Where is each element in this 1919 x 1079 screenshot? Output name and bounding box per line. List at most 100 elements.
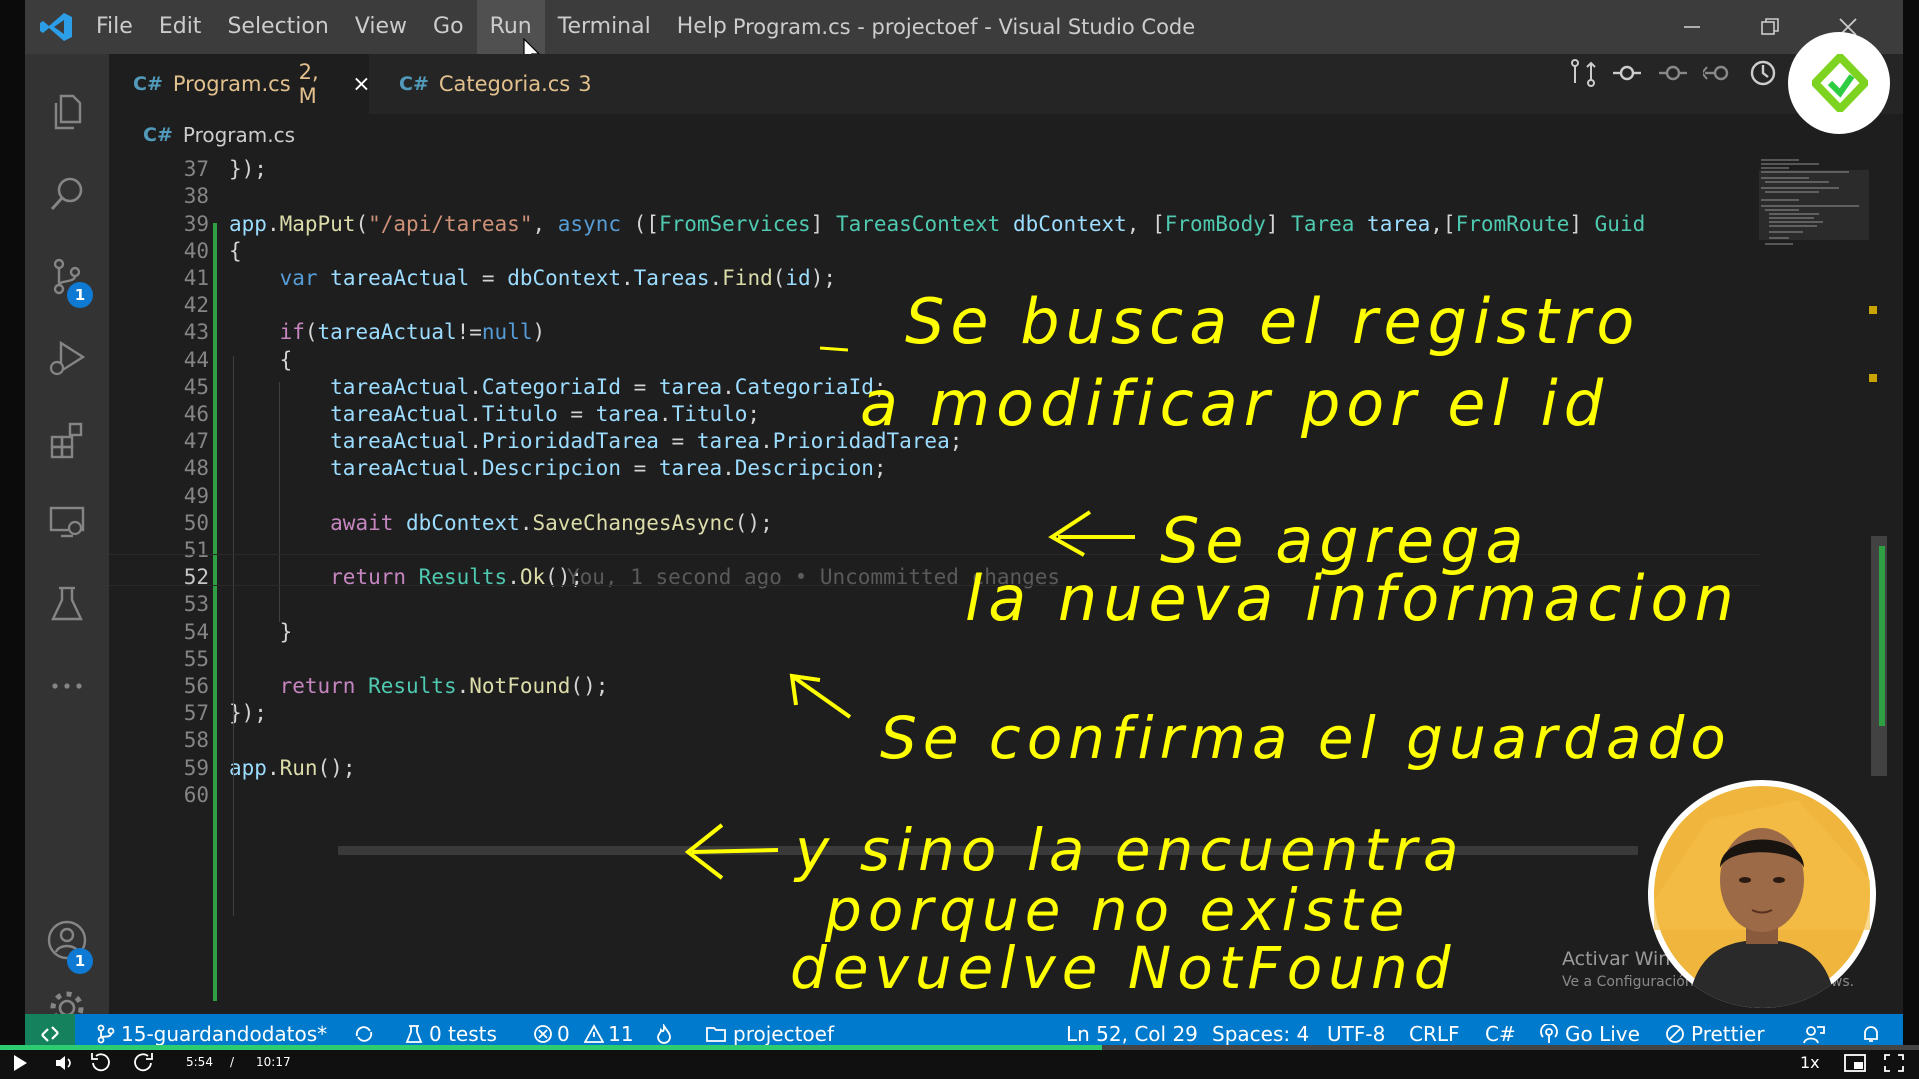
fullscreen-icon[interactable] [1884,1054,1904,1072]
line-number: 47 [183,429,209,454]
tab-status: 3 [578,72,592,96]
tab-label: Program.cs [172,72,291,96]
restore-button[interactable] [1731,0,1809,54]
branch-name: 15-guardandodatos* [121,1022,328,1046]
change-marker [1879,546,1885,726]
activity-search[interactable] [25,158,109,230]
code-line: tareaActual.Titulo = tarea.Titulo; [330,402,761,426]
timeline-icon[interactable] [1747,57,1779,89]
line-number: 58 [183,728,209,753]
close-icon[interactable] [354,76,369,92]
code-line: { [229,238,242,263]
restore-icon [1761,18,1779,35]
minimize-icon [1684,26,1700,28]
breadcrumb-file[interactable]: Program.cs [183,123,295,147]
line-number: 48 [183,456,209,481]
git-commit-icon[interactable] [1611,57,1643,89]
activity-remote-explorer[interactable] [25,486,109,558]
activity-run-debug[interactable] [25,322,109,394]
line-number: 44 [183,347,209,372]
indent-guide [279,382,280,622]
warning-icon [583,1024,605,1043]
csharp-file-icon: C# [133,73,163,95]
rewind-15-icon[interactable] [88,1052,112,1074]
ellipsis-icon [52,683,82,689]
extensions-icon [50,422,83,459]
activity-accounts[interactable]: 1 [25,904,109,976]
floating-logo-button[interactable] [1788,32,1890,134]
files-icon [54,94,82,130]
code-line: tareaActual.CategoriaId = tarea.Categori… [330,374,887,399]
flame-icon [657,1022,671,1044]
code-line: app.MapPut("/api/tareas", async ([FromSe… [229,211,1646,236]
activity-source-control[interactable]: 1 [25,240,109,312]
git-branch-icon [97,1024,115,1044]
minimize-button[interactable] [1653,0,1731,54]
error-icon [534,1025,552,1043]
bell-icon [1864,1026,1878,1042]
line-number: 45 [183,374,209,399]
volume-icon[interactable] [54,1054,76,1072]
tab-program-cs[interactable]: C# Program.cs 2, M [109,54,369,114]
activity-more[interactable] [25,650,109,722]
csharp-file-icon: C# [143,124,173,146]
testing-flask-icon [51,586,83,621]
play-icon[interactable] [12,1054,28,1072]
code-line: { [229,347,293,372]
menu-go[interactable]: Go [420,0,477,54]
warning-marker [1869,374,1877,382]
video-player-bar: 5:54 / 10:17 1x [0,1045,1919,1079]
diamond-logo-icon [1812,54,1868,112]
picture-in-picture-icon[interactable] [1844,1054,1866,1072]
menu-file[interactable]: File [83,0,146,54]
line-number: 39 [183,211,209,236]
tab-status: 2, M [298,60,319,108]
code-editor[interactable]: 3637383940414243444546474849505152535455… [109,156,1759,1001]
test-count: 0 tests [429,1022,497,1046]
previous-change-icon[interactable] [1657,57,1689,89]
code-line: app.Run(); [229,755,356,780]
run-debug-icon [49,340,86,376]
line-number: 43 [183,320,209,345]
line-number: 40 [183,238,209,263]
error-count: 0 [557,1022,570,1046]
menu-selection[interactable]: Selection [214,0,341,54]
line-number: 42 [183,293,209,318]
title-bar: File Edit Selection View Go Run Terminal… [25,0,1903,54]
menu-view[interactable]: View [342,0,420,54]
forward-15-icon[interactable] [132,1052,156,1074]
total-time: 10:17 [256,1055,291,1069]
line-number: 60 [183,782,209,807]
horizontal-scrollbar[interactable] [338,846,1638,855]
code-line: var tareaActual = dbContext.Tareas.Find(… [279,266,836,290]
go-live-label: Go Live [1565,1022,1640,1046]
open-changes-icon[interactable] [1567,57,1599,89]
line-number: 49 [183,483,209,508]
breadcrumb: C# Program.cs [109,114,1903,156]
minimap-code-preview [1759,159,1869,245]
broadcast-icon [1540,1022,1558,1043]
progress-fill [0,1045,1102,1050]
vscode-logo-icon [40,13,72,41]
line-number: 57 [183,701,209,726]
next-change-icon[interactable] [1703,57,1735,89]
menu-terminal[interactable]: Terminal [545,0,664,54]
elapsed-time: 5:54 [186,1055,213,1069]
remote-explorer-icon [49,506,85,538]
csharp-file-icon: C# [399,73,429,95]
line-number: 59 [183,755,209,780]
webcam-overlay [1648,780,1876,1008]
activity-bar: 1 1 [25,54,109,1025]
menu-help[interactable]: Help [664,0,740,54]
code-line: await dbContext.SaveChangesAsync(); [330,510,773,535]
menu-edit[interactable]: Edit [146,0,215,54]
remote-icon [41,1026,59,1042]
playback-speed[interactable]: 1x [1800,1053,1820,1072]
tab-categoria-cs[interactable]: C# Categoria.cs 3 [377,54,622,114]
code-line: tareaActual.PrioridadTarea = tarea.Prior… [330,429,963,454]
line-number: 46 [183,402,209,426]
activity-extensions[interactable] [25,404,109,476]
search-icon [50,177,83,211]
activity-testing[interactable] [25,568,109,640]
activity-explorer[interactable] [25,76,109,148]
